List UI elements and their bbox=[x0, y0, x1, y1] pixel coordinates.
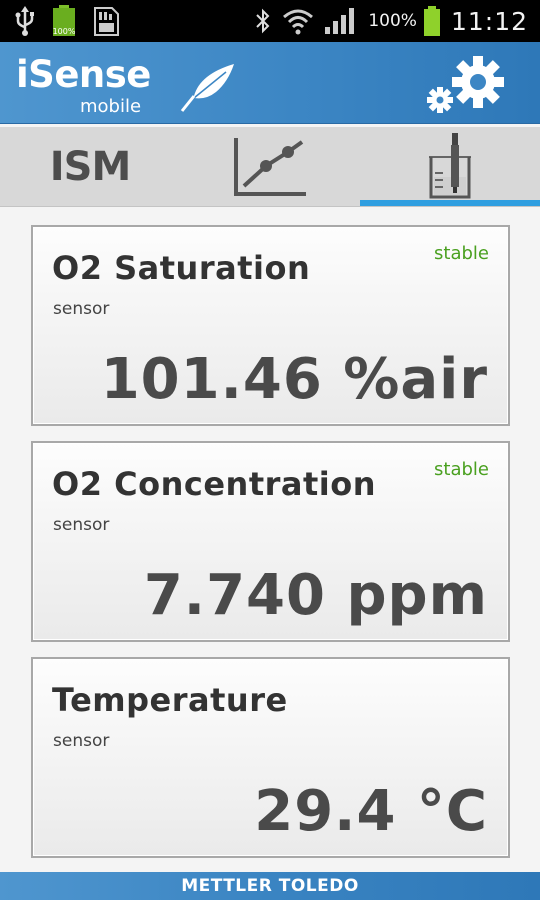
card-title: O2 Concentration bbox=[52, 465, 377, 503]
brand-label: METTLER TOLEDO bbox=[181, 876, 359, 896]
measurement-value: 29.4 °C bbox=[254, 779, 488, 844]
sensor-beaker-icon bbox=[429, 132, 471, 198]
status-bar-left: 100% bbox=[14, 5, 120, 36]
gears-icon[interactable] bbox=[422, 56, 512, 118]
measurement-value: 7.740 ppm bbox=[143, 563, 488, 628]
footer-brand-bar: METTLER TOLEDO bbox=[0, 872, 540, 900]
card-o2-concentration[interactable]: O2 Concentration sensor stable 7.740 ppm bbox=[31, 441, 510, 642]
card-subtitle: sensor bbox=[53, 299, 110, 319]
card-title: Temperature bbox=[52, 681, 288, 719]
card-title: O2 Saturation bbox=[52, 249, 311, 287]
tab-sensor[interactable] bbox=[360, 127, 540, 206]
app-header: iSense mobile bbox=[0, 42, 540, 124]
tab-chart[interactable] bbox=[180, 127, 360, 206]
tab-ism-label: ISM bbox=[49, 143, 131, 190]
cellular-signal-icon bbox=[325, 8, 355, 34]
card-o2-saturation[interactable]: O2 Saturation sensor stable 101.46 %air bbox=[31, 225, 510, 426]
bluetooth-icon bbox=[256, 8, 270, 34]
usb-icon bbox=[15, 6, 34, 36]
card-subtitle: sensor bbox=[53, 515, 110, 535]
app-subtitle: mobile bbox=[80, 96, 142, 117]
tab-bar: ISM bbox=[0, 127, 540, 207]
chart-icon bbox=[234, 137, 306, 196]
clock: 11:12 bbox=[450, 6, 528, 36]
status-bar-right: 100% 11:12 bbox=[254, 4, 528, 38]
status-label: stable bbox=[434, 459, 489, 480]
card-subtitle: sensor bbox=[53, 731, 110, 751]
status-bar: 100% 100% 11:12 bbox=[0, 0, 540, 42]
battery-icon bbox=[423, 6, 440, 36]
svg-text:100%: 100% bbox=[53, 27, 76, 36]
sd-card-icon bbox=[94, 7, 119, 36]
card-temperature[interactable]: Temperature sensor 29.4 °C bbox=[31, 657, 510, 858]
wifi-icon bbox=[283, 9, 314, 35]
measurement-value: 101.46 %air bbox=[100, 347, 488, 412]
tab-ism[interactable]: ISM bbox=[0, 127, 180, 206]
battery-percent-text: 100% bbox=[368, 11, 417, 31]
feather-icon bbox=[180, 64, 234, 112]
battery-full-notification-icon: 100% bbox=[53, 5, 76, 36]
status-label: stable bbox=[434, 243, 489, 264]
app-name: iSense bbox=[16, 53, 151, 96]
